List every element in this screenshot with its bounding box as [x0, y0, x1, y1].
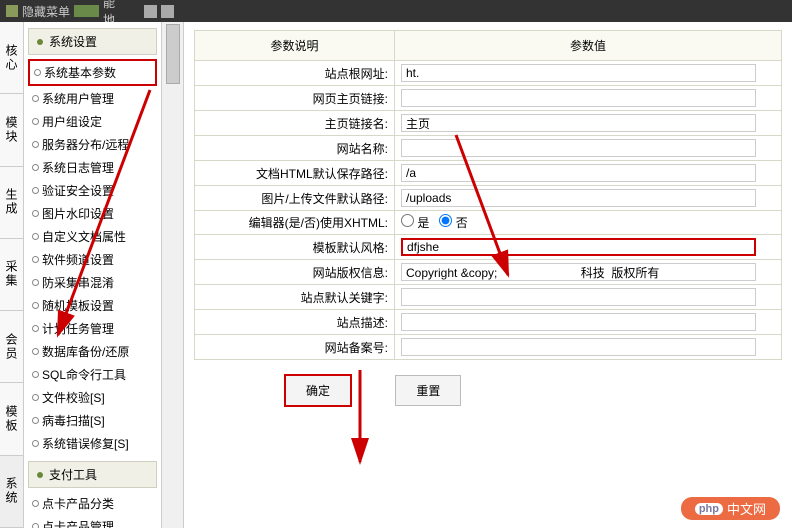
icp-input[interactable] — [401, 338, 756, 356]
watermark: php 中文网 — [681, 497, 780, 520]
row-label: 站点根网址: — [195, 61, 395, 86]
row-label: 网站名称: — [195, 136, 395, 161]
sidebar-item-card-mgmt[interactable]: 点卡产品管理 — [28, 515, 157, 528]
sidebar-item-error-fix[interactable]: 系统错误修复[S] — [28, 432, 157, 455]
row-label: 站点默认关键字: — [195, 285, 395, 310]
sidebar-item-cron[interactable]: 计划任务管理 — [28, 317, 157, 340]
sidebar-item-basic-params[interactable]: 系统基本参数 — [28, 59, 157, 86]
sidebar-item-virus-scan[interactable]: 病毒扫描[S] — [28, 409, 157, 432]
table-row: 模板默认风格: — [195, 235, 782, 260]
table-row: 编辑器(是/否)使用XHTML: 是 否 — [195, 211, 782, 235]
sidebar-item-rand-tpl[interactable]: 随机模板设置 — [28, 294, 157, 317]
row-label: 网页主页链接: — [195, 86, 395, 111]
sidebar-item-user-mgmt[interactable]: 系统用户管理 — [28, 87, 157, 110]
table-row: 网站备案号: — [195, 335, 782, 360]
sidebar-section-payment[interactable]: 支付工具 — [28, 461, 157, 488]
sidebar-list-system: 系统基本参数 系统用户管理 用户组设定 服务器分布/远程 系统日志管理 验证安全… — [28, 59, 157, 455]
sidebar: 系统设置 系统基本参数 系统用户管理 用户组设定 服务器分布/远程 系统日志管理… — [24, 22, 162, 528]
row-label: 网站版权信息: — [195, 260, 395, 285]
button-row: 确定 重置 — [194, 360, 782, 407]
tab-collect[interactable]: 采集 — [0, 239, 23, 311]
top-bar: 隐藏菜单 功能地图 — [0, 0, 792, 22]
col-header-val: 参数值 — [395, 31, 782, 61]
sidebar-item-doc-attr[interactable]: 自定义文档属性 — [28, 225, 157, 248]
row-label: 网站备案号: — [195, 335, 395, 360]
scrollbar-thumb[interactable] — [166, 24, 180, 84]
dot-icon — [37, 39, 43, 45]
table-row: 图片/上传文件默认路径: — [195, 186, 782, 211]
upload-path-input[interactable] — [401, 189, 756, 207]
sidebar-item-security[interactable]: 验证安全设置 — [28, 179, 157, 202]
sidebar-scrollbar[interactable] — [162, 22, 184, 528]
sidebar-item-file-check[interactable]: 文件校验[S] — [28, 386, 157, 409]
tab-system[interactable]: 系统 — [0, 456, 23, 528]
template-style-input[interactable] — [401, 238, 756, 256]
ok-button[interactable]: 确定 — [284, 374, 352, 407]
row-label: 文档HTML默认保存路径: — [195, 161, 395, 186]
sidebar-item-sql-cli[interactable]: SQL命令行工具 — [28, 363, 157, 386]
tab-member[interactable]: 会员 — [0, 311, 23, 383]
homepage-linkname-input[interactable] — [401, 114, 756, 132]
col-header-desc: 参数说明 — [195, 31, 395, 61]
sidebar-item-soft-channel[interactable]: 软件频道设置 — [28, 248, 157, 271]
pager-prev-icon[interactable] — [144, 5, 157, 18]
sidebar-item-anticollect[interactable]: 防采集串混淆 — [28, 271, 157, 294]
tab-core[interactable]: 核心 — [0, 22, 23, 94]
left-tabs: 核心 模块 生成 采集 会员 模板 系统 — [0, 22, 24, 528]
hide-menu-label: 隐藏菜单 — [22, 3, 70, 20]
sidebar-item-server-dist[interactable]: 服务器分布/远程 — [28, 133, 157, 156]
hide-menu-button[interactable]: 隐藏菜单 — [6, 3, 70, 20]
row-label: 模板默认风格: — [195, 235, 395, 260]
sidebar-section-label: 系统设置 — [49, 33, 97, 50]
site-root-url-input[interactable] — [401, 64, 756, 82]
site-name-input[interactable] — [401, 139, 756, 157]
watermark-text: 中文网 — [727, 499, 766, 518]
table-row: 网站名称: — [195, 136, 782, 161]
watermark-php: php — [695, 503, 723, 515]
homepage-link-input[interactable] — [401, 89, 756, 107]
feature-map-icon — [74, 5, 99, 17]
sidebar-item-syslog[interactable]: 系统日志管理 — [28, 156, 157, 179]
editor-xhtml-yes[interactable]: 是 — [401, 214, 429, 231]
copyright-input[interactable] — [401, 263, 756, 281]
row-label: 站点描述: — [195, 310, 395, 335]
keywords-input[interactable] — [401, 288, 756, 306]
sidebar-item-watermark[interactable]: 图片水印设置 — [28, 202, 157, 225]
row-label: 图片/上传文件默认路径: — [195, 186, 395, 211]
reset-button[interactable]: 重置 — [395, 375, 461, 406]
hide-menu-icon — [6, 5, 18, 17]
sidebar-item-card-cat[interactable]: 点卡产品分类 — [28, 492, 157, 515]
table-row: 站点描述: — [195, 310, 782, 335]
sidebar-list-payment: 点卡产品分类 点卡产品管理 会员产品分类 会员消费记录 — [28, 492, 157, 528]
sidebar-item-usergroup[interactable]: 用户组设定 — [28, 110, 157, 133]
table-row: 文档HTML默认保存路径: — [195, 161, 782, 186]
table-row: 主页链接名: — [195, 111, 782, 136]
sidebar-section-system-settings[interactable]: 系统设置 — [28, 28, 157, 55]
description-input[interactable] — [401, 313, 756, 331]
sidebar-section-label: 支付工具 — [49, 466, 97, 483]
row-label: 编辑器(是/否)使用XHTML: — [195, 211, 395, 235]
doc-html-path-input[interactable] — [401, 164, 756, 182]
tab-build[interactable]: 生成 — [0, 167, 23, 239]
table-row: 站点默认关键字: — [195, 285, 782, 310]
tab-module[interactable]: 模块 — [0, 94, 23, 166]
tab-template[interactable]: 模板 — [0, 383, 23, 455]
sidebar-item-db-backup[interactable]: 数据库备份/还原 — [28, 340, 157, 363]
table-row: 站点根网址: — [195, 61, 782, 86]
dot-icon — [37, 472, 43, 478]
pager-next-icon[interactable] — [161, 5, 174, 18]
table-row: 网站版权信息: — [195, 260, 782, 285]
table-row: 网页主页链接: — [195, 86, 782, 111]
row-label: 主页链接名: — [195, 111, 395, 136]
main-panel: 参数说明 参数值 站点根网址: 网页主页链接: 主页链接名: 网站名称: 文档H… — [184, 22, 792, 528]
editor-xhtml-no[interactable]: 否 — [439, 214, 467, 231]
params-table: 参数说明 参数值 站点根网址: 网页主页链接: 主页链接名: 网站名称: 文档H… — [194, 30, 782, 360]
